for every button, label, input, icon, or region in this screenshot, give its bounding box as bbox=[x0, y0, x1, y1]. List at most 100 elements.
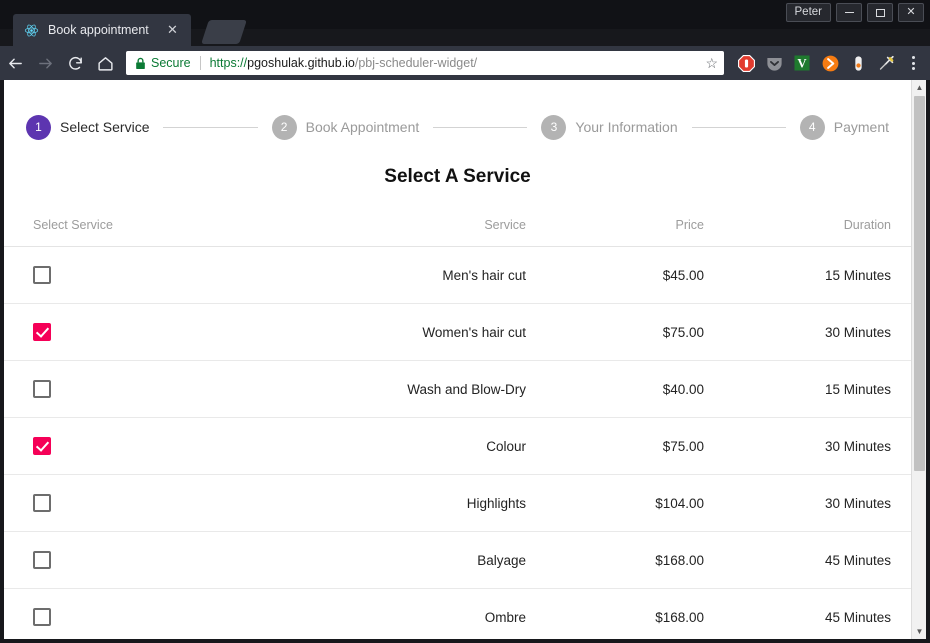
menu-dot bbox=[911, 56, 915, 59]
home-button[interactable] bbox=[90, 48, 120, 78]
stepper-step-payment[interactable]: 4 Payment bbox=[799, 114, 890, 140]
svg-text:V: V bbox=[797, 57, 807, 71]
url-path: /pbj-scheduler-widget/ bbox=[354, 56, 478, 70]
step-number-badge: 2 bbox=[271, 114, 297, 140]
tab-title: Book appointment bbox=[48, 23, 149, 37]
page-scrollbar[interactable]: ▲ ▼ bbox=[911, 80, 926, 639]
omnibox-divider bbox=[199, 56, 201, 70]
reload-button[interactable] bbox=[60, 48, 90, 78]
pocket-extension-button[interactable] bbox=[760, 49, 788, 77]
page-content: 1 Select Service 2 Book Appointment 3 Yo… bbox=[4, 80, 911, 639]
step-label: Book Appointment bbox=[305, 119, 420, 135]
service-table-head: Select Service Service Price Duration bbox=[4, 218, 911, 247]
service-price-cell: $75.00 bbox=[526, 303, 704, 361]
step-label: Payment bbox=[833, 119, 890, 135]
stepper-connector bbox=[433, 126, 528, 128]
service-price-cell: $168.00 bbox=[526, 588, 704, 639]
service-duration-cell: 15 Minutes bbox=[704, 246, 911, 304]
table-row[interactable]: Women's hair cut $75.00 30 Minutes bbox=[4, 303, 911, 361]
service-duration-cell: 45 Minutes bbox=[704, 531, 911, 589]
menu-dot bbox=[911, 67, 915, 70]
stepper-step-select-service[interactable]: 1 Select Service bbox=[26, 114, 150, 140]
booking-stepper: 1 Select Service 2 Book Appointment 3 Yo… bbox=[4, 80, 911, 150]
service-name-cell: Balyage bbox=[252, 531, 526, 589]
bookmark-star-icon[interactable]: ☆ bbox=[705, 55, 718, 72]
service-price-cell: $104.00 bbox=[526, 474, 704, 532]
home-icon bbox=[97, 56, 113, 71]
column-header-select: Select Service bbox=[4, 218, 252, 247]
stepper-step-book-appointment[interactable]: 2 Book Appointment bbox=[271, 114, 420, 140]
service-table: Select Service Service Price Duration Me… bbox=[4, 218, 911, 639]
forward-arrow-icon bbox=[38, 58, 52, 68]
syringe-extension-button[interactable] bbox=[872, 49, 900, 77]
back-button[interactable] bbox=[0, 48, 30, 78]
page-viewport: 1 Select Service 2 Book Appointment 3 Yo… bbox=[4, 80, 926, 639]
table-row[interactable]: Men's hair cut $45.00 15 Minutes bbox=[4, 246, 911, 304]
menu-dot bbox=[911, 61, 915, 65]
back-arrow-icon bbox=[8, 58, 22, 68]
lock-icon bbox=[136, 57, 145, 69]
checkbox-unchecked-icon[interactable] bbox=[33, 494, 51, 512]
service-table-body: Men's hair cut $45.00 15 Minutes Women's ha… bbox=[4, 246, 911, 639]
service-checkbox-cell[interactable] bbox=[4, 246, 252, 304]
table-header-row: Select Service Service Price Duration bbox=[4, 218, 911, 247]
checkbox-checked-icon[interactable] bbox=[33, 437, 51, 455]
scroll-up-arrow-icon[interactable]: ▲ bbox=[912, 80, 927, 95]
table-row[interactable]: Colour $75.00 30 Minutes bbox=[4, 417, 911, 475]
tab-close-icon[interactable]: ✕ bbox=[165, 22, 180, 37]
stepper-step-your-information[interactable]: 3 Your Information bbox=[541, 114, 678, 140]
new-tab-button[interactable] bbox=[201, 20, 247, 44]
vimium-icon: V bbox=[794, 55, 810, 71]
table-row[interactable]: Wash and Blow-Dry $40.00 15 Minutes bbox=[4, 360, 911, 418]
service-price-cell: $168.00 bbox=[526, 531, 704, 589]
service-name-cell: Wash and Blow-Dry bbox=[252, 360, 526, 418]
service-price-cell: $75.00 bbox=[526, 417, 704, 475]
pocket-icon bbox=[766, 57, 782, 71]
stepper-connector bbox=[163, 126, 258, 128]
service-name-cell: Ombre bbox=[252, 588, 526, 639]
checkbox-unchecked-icon[interactable] bbox=[33, 608, 51, 626]
step-number-badge: 1 bbox=[26, 114, 51, 140]
browser-toolbar: Secure https://pgoshulak.github.io/pbj-s… bbox=[0, 46, 930, 80]
pill-extension-button[interactable] bbox=[844, 49, 872, 77]
vimium-extension-button[interactable]: V bbox=[788, 49, 816, 77]
chrome-menu-button[interactable] bbox=[900, 49, 926, 77]
scroll-down-arrow-icon[interactable]: ▼ bbox=[912, 624, 927, 639]
security-status-label: Secure bbox=[151, 56, 191, 70]
page-title: Select A Service bbox=[384, 166, 531, 187]
url-scheme: https:// bbox=[209, 56, 248, 70]
forward-orange-icon bbox=[822, 55, 838, 71]
service-name-cell: Women's hair cut bbox=[252, 303, 526, 361]
forward-button[interactable] bbox=[30, 48, 60, 78]
step-number-badge: 4 bbox=[799, 114, 825, 140]
step-label: Your Information bbox=[575, 119, 678, 135]
service-checkbox-cell[interactable] bbox=[4, 588, 252, 639]
address-bar[interactable]: Secure https://pgoshulak.github.io/pbj-s… bbox=[126, 51, 724, 75]
service-checkbox-cell[interactable] bbox=[4, 531, 252, 589]
adblock-icon bbox=[737, 54, 755, 72]
service-checkbox-cell[interactable] bbox=[4, 303, 252, 361]
column-header-price: Price bbox=[526, 218, 704, 247]
scrollbar-thumb[interactable] bbox=[914, 96, 925, 471]
table-row[interactable]: Balyage $168.00 45 Minutes bbox=[4, 531, 911, 589]
adblock-extension-button[interactable] bbox=[732, 49, 760, 77]
browser-window: Peter ✕ Book appointment ✕ Secure https:… bbox=[0, 0, 930, 643]
checkbox-checked-icon[interactable] bbox=[33, 323, 51, 341]
service-checkbox-cell[interactable] bbox=[4, 474, 252, 532]
step-label: Select Service bbox=[60, 119, 150, 135]
checkbox-unchecked-icon[interactable] bbox=[33, 551, 51, 569]
browser-tab[interactable]: Book appointment ✕ bbox=[13, 14, 191, 46]
checkbox-unchecked-icon[interactable] bbox=[33, 266, 51, 284]
table-row[interactable]: Highlights $104.00 30 Minutes bbox=[4, 474, 911, 532]
table-row[interactable]: Ombre $168.00 45 Minutes bbox=[4, 588, 911, 639]
forward-orange-extension-button[interactable] bbox=[816, 49, 844, 77]
checkbox-unchecked-icon[interactable] bbox=[33, 380, 51, 398]
url-text: https://pgoshulak.github.io/pbj-schedule… bbox=[210, 56, 700, 70]
service-duration-cell: 30 Minutes bbox=[704, 303, 911, 361]
service-duration-cell: 30 Minutes bbox=[704, 474, 911, 532]
pill-icon bbox=[854, 55, 862, 71]
service-duration-cell: 45 Minutes bbox=[704, 588, 911, 639]
service-checkbox-cell[interactable] bbox=[4, 360, 252, 418]
service-duration-cell: 30 Minutes bbox=[704, 417, 911, 475]
service-checkbox-cell[interactable] bbox=[4, 417, 252, 475]
